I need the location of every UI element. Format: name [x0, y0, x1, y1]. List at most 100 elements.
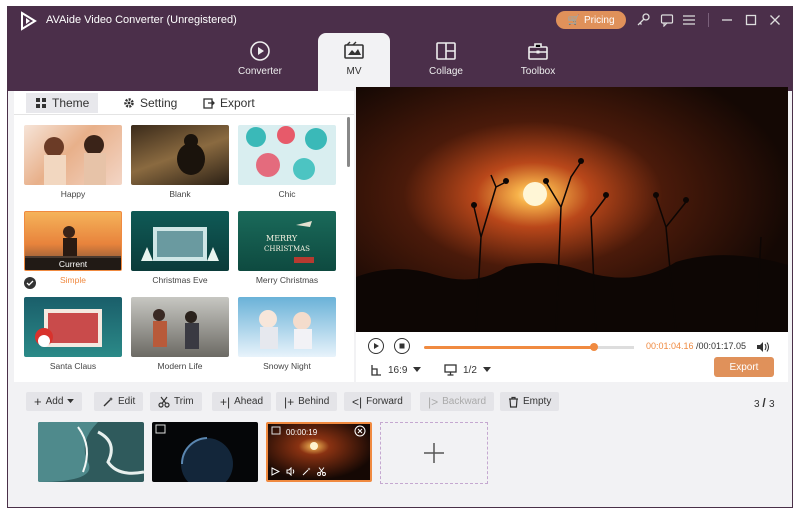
clip-timeline: 00:00:19 — [8, 416, 792, 507]
behind-label: Behind — [298, 396, 330, 407]
chevron-down-icon — [67, 399, 75, 404]
progress-remaining[interactable] — [594, 346, 634, 349]
clip-toolbar: + Add Edit Trim +| Ahead |+ Behind <| Fo… — [8, 390, 792, 416]
theme-label: Snowy Night — [263, 361, 311, 371]
theme-item-merry-christmas[interactable]: MERRY CHRISTMAS Merry Christmas — [238, 211, 336, 285]
export-button[interactable]: Export — [714, 357, 774, 377]
player-controls: 00:01:04.16 /00:01:17.05 16:9 1/2 Export — [356, 332, 788, 382]
progress-handle[interactable] — [590, 343, 598, 351]
tab-converter[interactable]: Converter — [224, 33, 296, 91]
pricing-label: Pricing — [583, 14, 615, 26]
timeline-clip[interactable] — [152, 422, 258, 482]
tab-setting[interactable]: Setting — [114, 93, 186, 113]
theme-scrollbar[interactable] — [347, 117, 350, 167]
video-preview[interactable] — [356, 87, 788, 332]
titlebar-separator — [708, 13, 709, 27]
empty-button[interactable]: Empty — [500, 392, 560, 411]
forward-label: Forward — [366, 396, 403, 407]
theme-grid: Happy Blank Chic Current Simple Christma… — [14, 119, 344, 382]
edit-label: Edit — [118, 396, 136, 407]
ahead-button[interactable]: +| Ahead — [212, 392, 272, 411]
play-icon[interactable] — [271, 467, 280, 476]
theme-item-christmas-eve[interactable]: Christmas Eve — [131, 211, 229, 285]
tab-theme[interactable]: Theme — [26, 93, 99, 113]
tab-toolbox-label: Toolbox — [520, 66, 556, 77]
minimize-icon[interactable] — [718, 11, 736, 29]
grid-icon — [36, 98, 46, 108]
add-clip-slot[interactable] — [380, 422, 488, 484]
trim-button[interactable]: Trim — [150, 392, 202, 411]
tab-mv[interactable]: MV — [318, 33, 390, 91]
theme-item-santa-claus[interactable]: Santa Claus — [24, 297, 122, 371]
theme-thumbnail — [24, 125, 122, 185]
selected-check-icon — [24, 277, 36, 289]
theme-item-modern-life[interactable]: Modern Life — [131, 297, 229, 371]
theme-label: Happy — [60, 189, 86, 199]
add-button[interactable]: + Add — [26, 392, 83, 411]
tab-export[interactable]: Export — [194, 93, 264, 113]
scissors-icon[interactable] — [317, 467, 326, 476]
converter-icon — [250, 41, 270, 61]
play-icon[interactable] — [368, 338, 384, 354]
tab-toolbox[interactable]: Toolbox — [502, 33, 574, 91]
theme-thumbnail — [131, 211, 229, 271]
theme-label: Christmas Eve — [152, 275, 208, 285]
theme-thumbnail — [238, 297, 336, 357]
menu-icon[interactable] — [680, 11, 698, 29]
theme-thumbnail: Current — [24, 211, 122, 271]
screen-select[interactable]: 1/2 — [444, 364, 491, 376]
theme-thumbnail: MERRY CHRISTMAS — [238, 211, 336, 271]
timeline-clip-active[interactable]: 00:00:19 — [266, 422, 372, 482]
chevron-down-icon — [413, 367, 422, 372]
monitor-icon — [444, 364, 457, 376]
progress-played[interactable] — [424, 346, 594, 349]
theme-label: Blank — [169, 189, 191, 199]
export-icon — [203, 98, 215, 109]
volume-icon[interactable] — [286, 467, 296, 476]
mv-icon — [344, 41, 364, 59]
volume-icon[interactable] — [756, 341, 770, 353]
aspect-ratio-select[interactable]: 16:9 — [370, 364, 422, 376]
close-icon[interactable] — [766, 11, 784, 29]
stop-icon[interactable] — [394, 338, 410, 354]
tab-collage[interactable]: Collage — [410, 33, 482, 91]
theme-item-snowy-night[interactable]: Snowy Night — [238, 297, 336, 371]
svg-text:CHRISTMAS: CHRISTMAS — [264, 245, 310, 253]
theme-item-blank[interactable]: Blank — [131, 125, 229, 199]
screen-page-value: 1/2 — [463, 364, 477, 376]
key-icon[interactable] — [634, 11, 652, 29]
title-bar: AVAide Video Converter (Unregistered) 🛒 … — [8, 7, 792, 91]
aspect-ratio-icon — [371, 365, 381, 376]
clip-counter-current: 3 — [754, 399, 760, 410]
plus-icon — [424, 443, 444, 463]
tab-setting-label: Setting — [140, 96, 178, 110]
empty-label: Empty — [523, 396, 552, 407]
theme-item-simple[interactable]: Current Simple — [24, 211, 122, 289]
maximize-icon[interactable] — [742, 11, 760, 29]
feedback-icon[interactable] — [658, 11, 676, 29]
insert-after-icon: |+ — [284, 394, 295, 409]
move-forward-icon: <| — [352, 394, 363, 409]
add-label: Add — [45, 396, 64, 407]
behind-button[interactable]: |+ Behind — [276, 392, 338, 411]
backward-button[interactable]: |> Backward — [420, 392, 495, 411]
theme-item-chic[interactable]: Chic — [238, 125, 336, 199]
timeline-clip[interactable] — [38, 422, 144, 482]
theme-item-happy[interactable]: Happy — [24, 125, 122, 199]
plus-icon: + — [34, 394, 42, 409]
magic-wand-icon[interactable] — [302, 467, 311, 476]
clip-actions — [271, 467, 326, 476]
edit-button[interactable]: Edit — [94, 392, 144, 411]
tab-converter-label: Converter — [238, 66, 282, 77]
toolbox-icon — [528, 43, 548, 60]
theme-label: Merry Christmas — [255, 275, 319, 285]
total-time: /00:01:17.05 — [696, 341, 747, 351]
theme-thumbnail — [238, 125, 336, 185]
forward-button[interactable]: <| Forward — [344, 392, 411, 411]
clip-duration: 00:00:19 — [286, 428, 318, 437]
tab-export-label: Export — [220, 96, 255, 110]
sub-tab-bar: Theme Setting Export — [14, 91, 354, 115]
pricing-button[interactable]: 🛒 Pricing — [556, 11, 626, 29]
current-time: 00:01:04.16 — [646, 341, 694, 351]
chevron-down-icon — [482, 367, 491, 372]
